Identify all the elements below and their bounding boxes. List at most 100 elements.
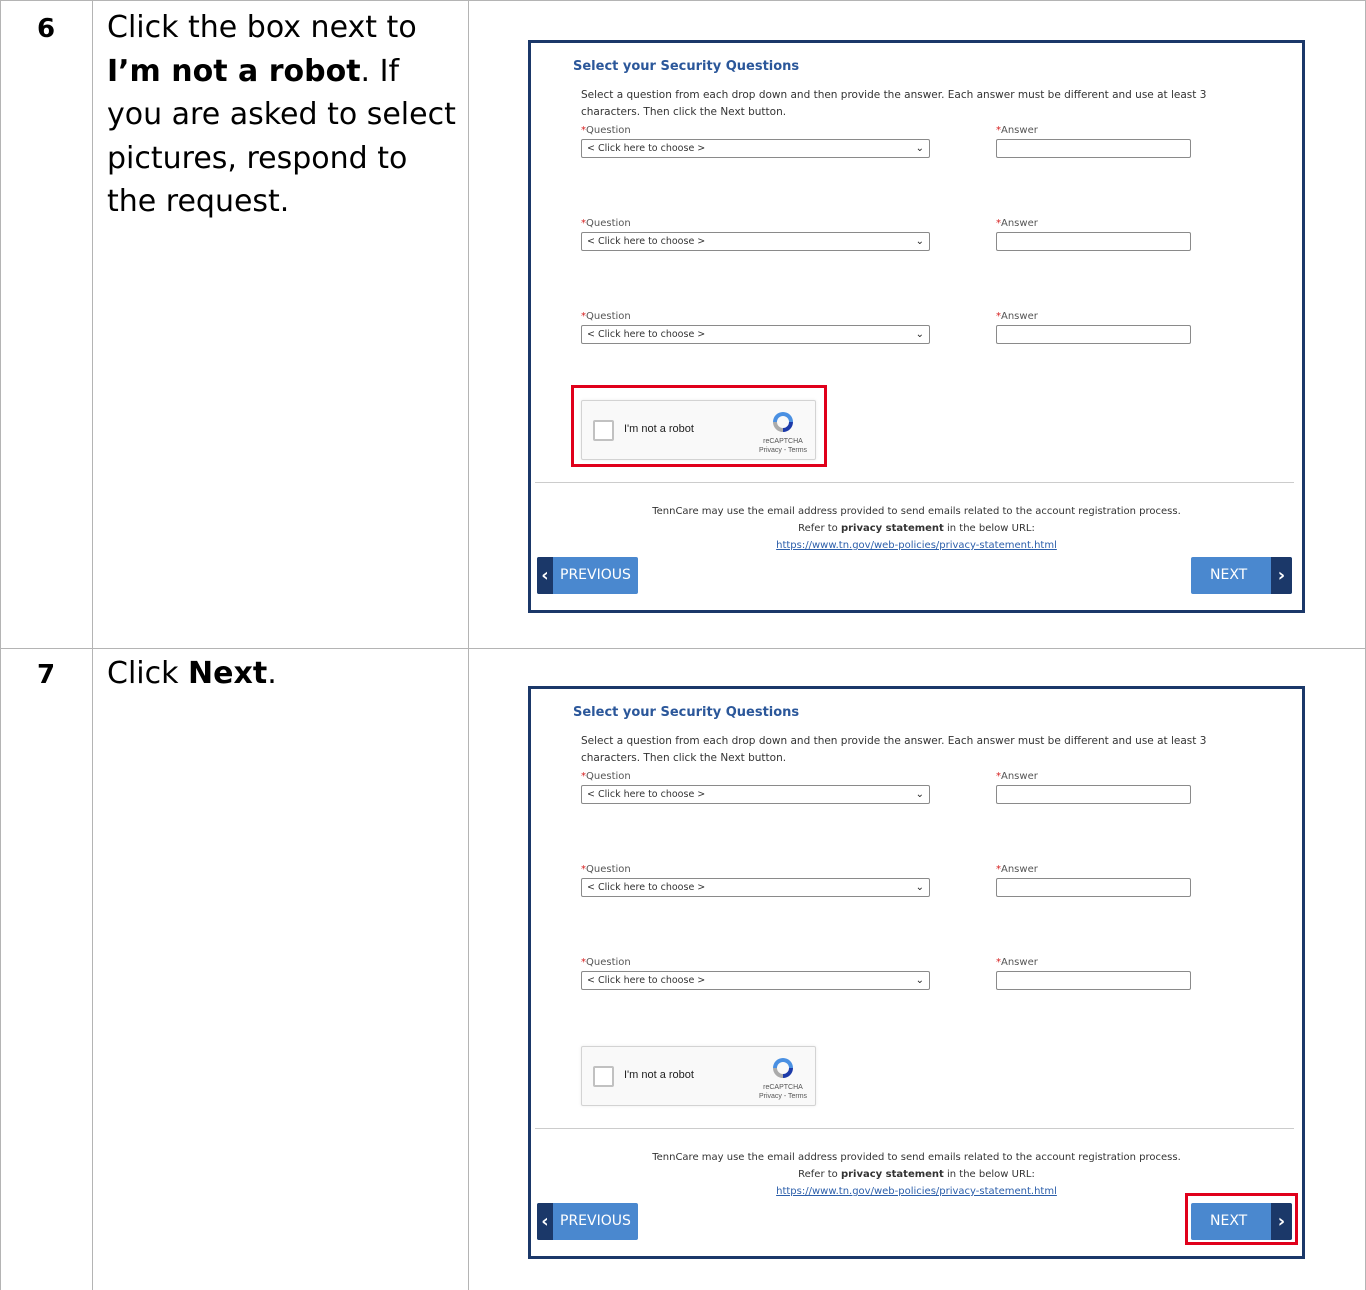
form-heading: Select your Security Questions bbox=[573, 705, 800, 720]
question-select[interactable]: < Click here to choose > ⌄ bbox=[581, 232, 930, 251]
chevron-down-icon: ⌄ bbox=[915, 789, 924, 800]
recaptcha-widget: I'm not a robot reCAPTCHA Privacy - Terms bbox=[581, 1046, 816, 1106]
privacy-note-prefix: Refer to bbox=[798, 523, 841, 534]
privacy-note-line1: TennCare may use the email address provi… bbox=[652, 1152, 1181, 1163]
chevron-down-icon: ⌄ bbox=[915, 329, 924, 340]
row-divider bbox=[0, 648, 1366, 649]
privacy-note: TennCare may use the email address provi… bbox=[531, 503, 1302, 554]
answer-input[interactable] bbox=[996, 878, 1191, 897]
question-select[interactable]: < Click here to choose > ⌄ bbox=[581, 878, 930, 897]
question-label: *Question bbox=[581, 957, 631, 968]
chevron-left-icon: ‹ bbox=[537, 557, 553, 594]
question-label: *Question bbox=[581, 311, 631, 322]
previous-button-label: PREVIOUS bbox=[560, 567, 631, 583]
next-button-label: NEXT bbox=[1210, 567, 1248, 583]
previous-button[interactable]: ‹ PREVIOUS bbox=[537, 1203, 638, 1240]
recaptcha-label: I'm not a robot bbox=[624, 1069, 694, 1081]
recaptcha-checkbox[interactable] bbox=[593, 1066, 614, 1087]
recaptcha-brand-name: reCAPTCHA bbox=[763, 1084, 803, 1091]
recaptcha-links[interactable]: Privacy - Terms bbox=[754, 1092, 812, 1101]
table-border-left bbox=[0, 0, 1, 1290]
question-select[interactable]: < Click here to choose > ⌄ bbox=[581, 139, 930, 158]
recaptcha-logo-icon bbox=[773, 1058, 793, 1078]
question-label: *Question bbox=[581, 864, 631, 875]
answer-input[interactable] bbox=[996, 325, 1191, 344]
question-label-text: Question bbox=[586, 957, 631, 968]
select-value: < Click here to choose > bbox=[587, 882, 706, 893]
answer-input[interactable] bbox=[996, 785, 1191, 804]
form-instruction: Select a question from each drop down an… bbox=[581, 89, 1207, 118]
chevron-down-icon: ⌄ bbox=[915, 882, 924, 893]
answer-label-text: Answer bbox=[1001, 125, 1038, 136]
answer-label-text: Answer bbox=[1001, 864, 1038, 875]
question-select[interactable]: < Click here to choose > ⌄ bbox=[581, 325, 930, 344]
chevron-down-icon: ⌄ bbox=[915, 975, 924, 986]
question-label: *Question bbox=[581, 218, 631, 229]
question-select[interactable]: < Click here to choose > ⌄ bbox=[581, 971, 930, 990]
answer-label-text: Answer bbox=[1001, 311, 1038, 322]
chevron-left-icon: ‹ bbox=[537, 1203, 553, 1240]
form-screenshot: Select your Security Questions Select a … bbox=[528, 686, 1305, 1259]
recaptcha-brand: reCAPTCHA Privacy - Terms bbox=[754, 1083, 812, 1101]
highlight-box bbox=[1185, 1193, 1298, 1245]
step-text-part: Click bbox=[107, 656, 189, 691]
question-select[interactable]: < Click here to choose > ⌄ bbox=[581, 785, 930, 804]
form-instruction: Select a question from each drop down an… bbox=[581, 735, 1207, 764]
privacy-note-bold: privacy statement bbox=[840, 1169, 944, 1180]
answer-label: *Answer bbox=[996, 218, 1038, 229]
answer-label: *Answer bbox=[996, 125, 1038, 136]
step-text-part: . bbox=[267, 656, 277, 691]
privacy-note-prefix: Refer to bbox=[798, 1169, 841, 1180]
privacy-note-suffix: in the below URL: bbox=[943, 1169, 1035, 1180]
step-instruction: Click the box next to I’m not a robot. I… bbox=[107, 6, 457, 224]
previous-button-label: PREVIOUS bbox=[560, 1213, 631, 1229]
select-value: < Click here to choose > bbox=[587, 143, 706, 154]
privacy-statement-link[interactable]: https://www.tn.gov/web-policies/privacy-… bbox=[531, 537, 1302, 554]
select-value: < Click here to choose > bbox=[587, 789, 706, 800]
answer-label-text: Answer bbox=[1001, 771, 1038, 782]
answer-input[interactable] bbox=[996, 232, 1191, 251]
section-divider bbox=[535, 1128, 1294, 1129]
column-divider-2 bbox=[468, 0, 469, 1290]
chevron-down-icon: ⌄ bbox=[915, 143, 924, 154]
answer-input[interactable] bbox=[996, 139, 1191, 158]
form-heading: Select your Security Questions bbox=[573, 59, 800, 74]
privacy-note-suffix: in the below URL: bbox=[943, 523, 1035, 534]
privacy-note-line1: TennCare may use the email address provi… bbox=[652, 506, 1181, 517]
question-label-text: Question bbox=[586, 311, 631, 322]
select-value: < Click here to choose > bbox=[587, 329, 706, 340]
highlight-box bbox=[571, 385, 827, 467]
privacy-note-line2: Refer to privacy statement in the below … bbox=[531, 1166, 1302, 1183]
answer-label: *Answer bbox=[996, 957, 1038, 968]
question-label-text: Question bbox=[586, 125, 631, 136]
question-label-text: Question bbox=[586, 218, 631, 229]
question-label: *Question bbox=[581, 771, 631, 782]
select-value: < Click here to choose > bbox=[587, 236, 706, 247]
step-instruction: Click Next. bbox=[107, 652, 457, 696]
next-button[interactable]: NEXT › bbox=[1191, 557, 1292, 594]
form-screenshot: Select your Security Questions Select a … bbox=[528, 40, 1305, 613]
select-value: < Click here to choose > bbox=[587, 975, 706, 986]
section-divider bbox=[535, 482, 1294, 483]
question-label: *Question bbox=[581, 125, 631, 136]
answer-label-text: Answer bbox=[1001, 957, 1038, 968]
previous-button[interactable]: ‹ PREVIOUS bbox=[537, 557, 638, 594]
answer-label: *Answer bbox=[996, 864, 1038, 875]
step-text-emphasis: Next bbox=[188, 656, 268, 691]
answer-input[interactable] bbox=[996, 971, 1191, 990]
privacy-note-bold: privacy statement bbox=[840, 523, 944, 534]
answer-label-text: Answer bbox=[1001, 218, 1038, 229]
step-text-emphasis: I’m not a robot bbox=[107, 53, 361, 89]
question-label-text: Question bbox=[586, 771, 631, 782]
chevron-down-icon: ⌄ bbox=[915, 236, 924, 247]
step-text-part: Click the box next to bbox=[107, 10, 417, 45]
question-label-text: Question bbox=[586, 864, 631, 875]
privacy-note-line2: Refer to privacy statement in the below … bbox=[531, 520, 1302, 537]
step-number: 7 bbox=[36, 660, 56, 690]
chevron-right-icon: › bbox=[1271, 557, 1292, 594]
column-divider-1 bbox=[92, 0, 93, 1290]
step-number: 6 bbox=[36, 14, 56, 44]
answer-label: *Answer bbox=[996, 771, 1038, 782]
answer-label: *Answer bbox=[996, 311, 1038, 322]
table-border-top bbox=[0, 0, 1366, 1]
